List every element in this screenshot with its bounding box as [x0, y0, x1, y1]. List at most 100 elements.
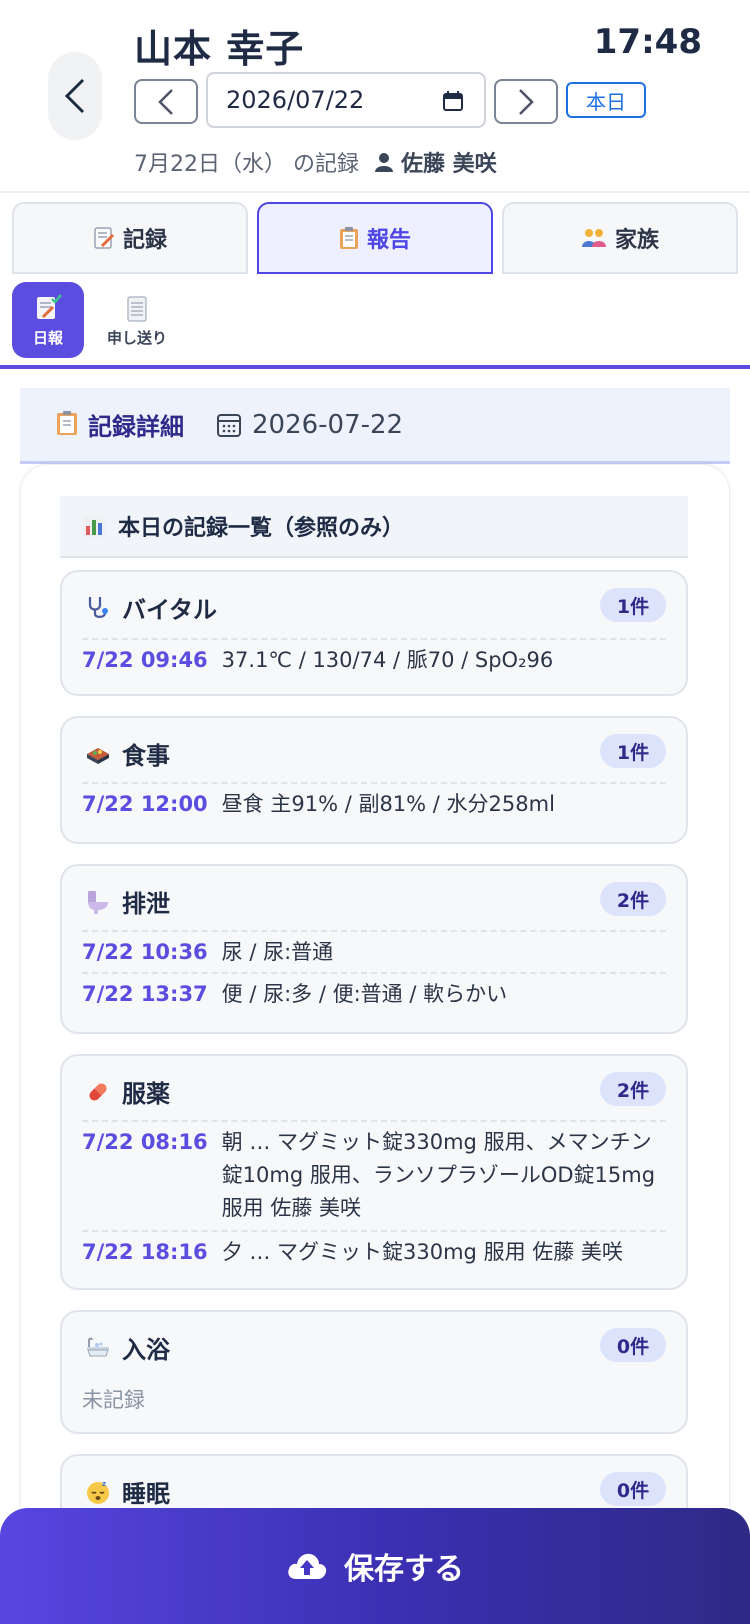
family-icon — [581, 227, 607, 249]
person-icon — [375, 153, 393, 172]
section-header: バイタル — [84, 590, 217, 625]
date-input[interactable]: 2026/07/22 — [206, 72, 486, 128]
record-detail-header: 記録詳細 2026-07-22 — [20, 388, 730, 464]
count-badge: 1件 — [600, 588, 666, 622]
section-bath: 入浴 0件 未記録 — [60, 1310, 688, 1434]
tab-record-label: 記録 — [122, 228, 167, 253]
record-row: 7/22 10:36 尿 / 尿:普通 — [82, 936, 666, 969]
count-badge: 0件 — [600, 1472, 666, 1506]
back-button[interactable] — [48, 52, 102, 140]
staff-info: 佐藤 美咲 — [375, 146, 497, 178]
sub-tabs: 日報 申し送り — [12, 282, 738, 364]
bar-chart-icon — [82, 514, 106, 538]
count-badge: 1件 — [600, 734, 666, 768]
section-header: 排泄 — [84, 884, 170, 919]
divider — [82, 782, 666, 784]
divider — [82, 1230, 666, 1232]
memo-icon — [93, 226, 115, 250]
record-subline: 7月22日（水） の記録 佐藤 美咲 — [134, 146, 497, 178]
record-detail: 夕 … マグミット錠330mg 服用 佐藤 美咲 — [221, 1240, 623, 1264]
clipboard-icon — [339, 226, 359, 250]
main-tabs: 記録 報告 家族 — [12, 202, 738, 274]
section-header: z 睡眠 — [84, 1474, 170, 1509]
tab-family[interactable]: 家族 — [502, 202, 738, 274]
chevron-left-icon — [158, 88, 173, 115]
tab-report-label: 報告 — [366, 228, 411, 253]
count-badge: 2件 — [600, 882, 666, 916]
record-date-label: 7月22日（水） の記録 — [134, 152, 359, 177]
record-row: 7/22 13:37 便 / 尿:多 / 便:普通 / 軟らかい — [82, 978, 666, 1011]
section-title: 睡眠 — [122, 1480, 170, 1508]
section-vital: バイタル 1件 7/22 09:46 37.1℃ / 130/74 / 脈70 … — [60, 570, 688, 696]
record-row: 7/22 18:16 夕 … マグミット錠330mg 服用 佐藤 美咲 — [82, 1236, 666, 1269]
chevron-right-icon — [519, 88, 534, 115]
date-value: 2026/07/22 — [226, 86, 365, 114]
notepad-icon — [125, 293, 149, 327]
record-time: 7/22 12:00 — [82, 792, 208, 816]
section-header: 食事 — [84, 736, 170, 771]
section-title: 食事 — [122, 742, 170, 770]
staff-name: 佐藤 美咲 — [401, 152, 497, 177]
toilet-icon — [84, 889, 112, 915]
next-day-button[interactable] — [494, 79, 558, 124]
record-time: 7/22 08:16 — [82, 1130, 208, 1154]
record-row: 7/22 09:46 37.1℃ / 130/74 / 脈70 / SpO₂96 — [82, 644, 666, 677]
record-row: 7/22 12:00 昼食 主91% / 副81% / 水分258ml — [82, 788, 666, 821]
stethoscope-icon — [84, 595, 112, 621]
prev-day-button[interactable] — [134, 79, 198, 124]
record-detail: 37.1℃ / 130/74 / 脈70 / SpO₂96 — [221, 648, 554, 672]
record-detail: 昼食 主91% / 副81% / 水分258ml — [221, 792, 555, 816]
chevron-left-icon — [64, 78, 85, 114]
record-time: 7/22 13:37 — [82, 982, 208, 1006]
record-detail-date: 2026-07-22 — [252, 409, 404, 440]
record-detail: 便 / 尿:多 / 便:普通 / 軟らかい — [221, 982, 508, 1006]
clock: 17:48 — [593, 22, 702, 62]
save-button[interactable]: 保存する — [0, 1508, 750, 1624]
count-badge: 0件 — [600, 1328, 666, 1362]
section-title: 排泄 — [122, 890, 170, 918]
pill-icon — [84, 1079, 112, 1105]
empty-state: 未記録 — [82, 1388, 145, 1412]
section-title: 服薬 — [122, 1080, 170, 1108]
tab-report[interactable]: 報告 — [257, 202, 493, 274]
count-badge: 2件 — [600, 1072, 666, 1106]
cloud-upload-icon — [286, 1551, 328, 1581]
today-button[interactable]: 本日 — [566, 82, 646, 118]
resident-name: 山本 幸子 — [134, 27, 305, 71]
summary-title-text: 本日の記録一覧（参照のみ） — [118, 516, 405, 541]
summary-title: 本日の記録一覧（参照のみ） — [60, 496, 688, 558]
section-excretion: 排泄 2件 7/22 10:36 尿 / 尿:普通 7/22 13:37 便 /… — [60, 864, 688, 1034]
record-row: 7/22 08:16 朝 … マグミット錠330mg 服用、メマンチン錠10mg… — [82, 1126, 666, 1225]
record-detail: 尿 / 尿:普通 — [221, 940, 334, 964]
divider — [82, 930, 666, 932]
divider — [82, 1120, 666, 1122]
section-meal: 食事 1件 7/22 12:00 昼食 主91% / 副81% / 水分258m… — [60, 716, 688, 844]
tab-family-label: 家族 — [614, 228, 659, 253]
section-header: 服薬 — [84, 1074, 170, 1109]
divider — [82, 972, 666, 974]
subtab-daily-report-label: 日報 — [32, 328, 63, 347]
section-title: 入浴 — [122, 1336, 170, 1364]
record-time: 7/22 09:46 — [82, 648, 208, 672]
section-title: バイタル — [122, 596, 218, 624]
subtab-handover-label: 申し送り — [106, 328, 167, 347]
svg-text:z: z — [102, 1480, 106, 1488]
subtab-handover[interactable]: 申し送り — [92, 282, 182, 358]
clipboard-icon — [56, 410, 78, 440]
sleeping-face-icon: z — [84, 1479, 112, 1505]
daily-report-icon — [33, 293, 63, 327]
header: 山本 幸子 17:48 2026/07/22 本日 7月22日（水） の記録 佐… — [0, 0, 750, 193]
section-medication: 服薬 2件 7/22 08:16 朝 … マグミット錠330mg 服用、メマンチ… — [60, 1054, 688, 1290]
record-time: 7/22 18:16 — [82, 1240, 208, 1264]
subtab-daily-report[interactable]: 日報 — [12, 282, 84, 358]
divider — [82, 638, 666, 640]
record-detail: 朝 … マグミット錠330mg 服用、メマンチン錠10mg 服用、ランソプラゾー… — [221, 1130, 656, 1220]
calendar-icon[interactable] — [442, 90, 464, 112]
section-header: 入浴 — [84, 1330, 170, 1365]
save-label: 保存する — [344, 1552, 464, 1587]
bento-icon — [84, 742, 112, 766]
tab-record[interactable]: 記録 — [12, 202, 248, 274]
bathtub-icon — [84, 1336, 112, 1360]
calendar-icon — [216, 412, 242, 438]
record-time: 7/22 10:36 — [82, 940, 208, 964]
